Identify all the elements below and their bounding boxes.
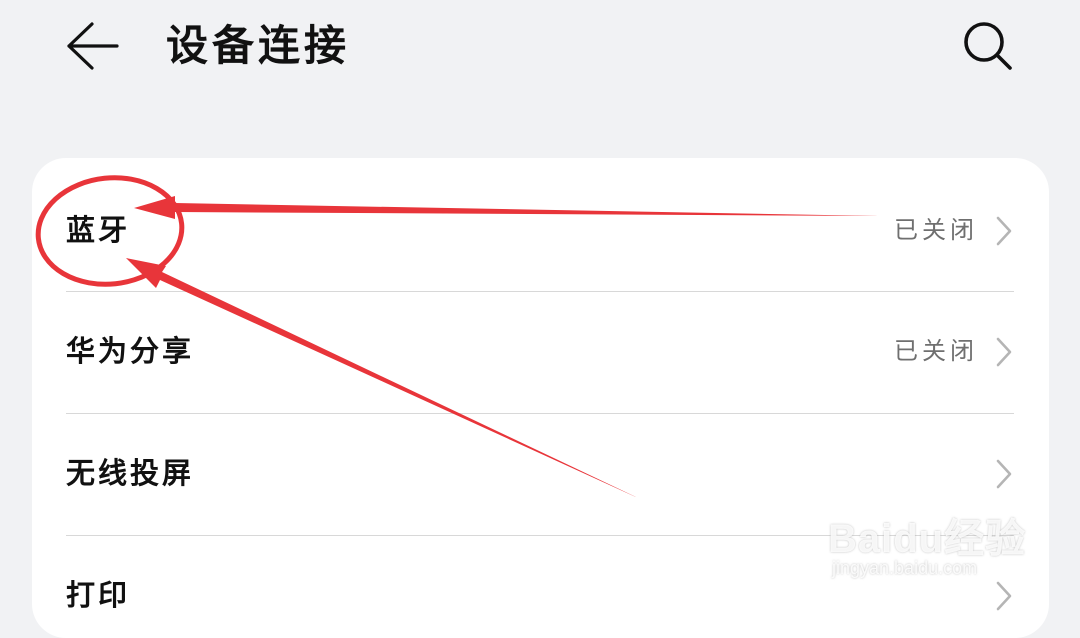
setting-item-bluetooth[interactable]: 蓝牙 已关闭	[66, 170, 1014, 291]
setting-item-status: 已关闭	[894, 216, 978, 244]
header: 设备连接	[0, 0, 1080, 100]
baidu-watermark: Baidu经验 jingyan.baidu.com	[828, 488, 1028, 588]
arrow-left-icon	[67, 22, 119, 70]
setting-item-label: 无线投屏	[66, 456, 195, 490]
setting-item-status: 已关闭	[894, 337, 978, 365]
chevron-right-icon	[996, 459, 1012, 489]
setting-item-huawei-share[interactable]: 华为分享 已关闭	[66, 291, 1014, 412]
chevron-right-icon	[996, 216, 1012, 246]
watermark-url: jingyan.baidu.com	[832, 558, 978, 578]
back-button[interactable]	[62, 18, 122, 74]
chevron-right-icon	[996, 337, 1012, 367]
page-title: 设备连接	[166, 21, 351, 70]
setting-item-label: 蓝牙	[66, 213, 131, 247]
search-icon	[964, 22, 1012, 70]
setting-item-label: 打印	[66, 578, 131, 612]
setting-item-label: 华为分享	[66, 334, 195, 368]
search-button[interactable]	[958, 16, 1018, 76]
watermark-brand: Baidu经验	[828, 517, 1027, 561]
